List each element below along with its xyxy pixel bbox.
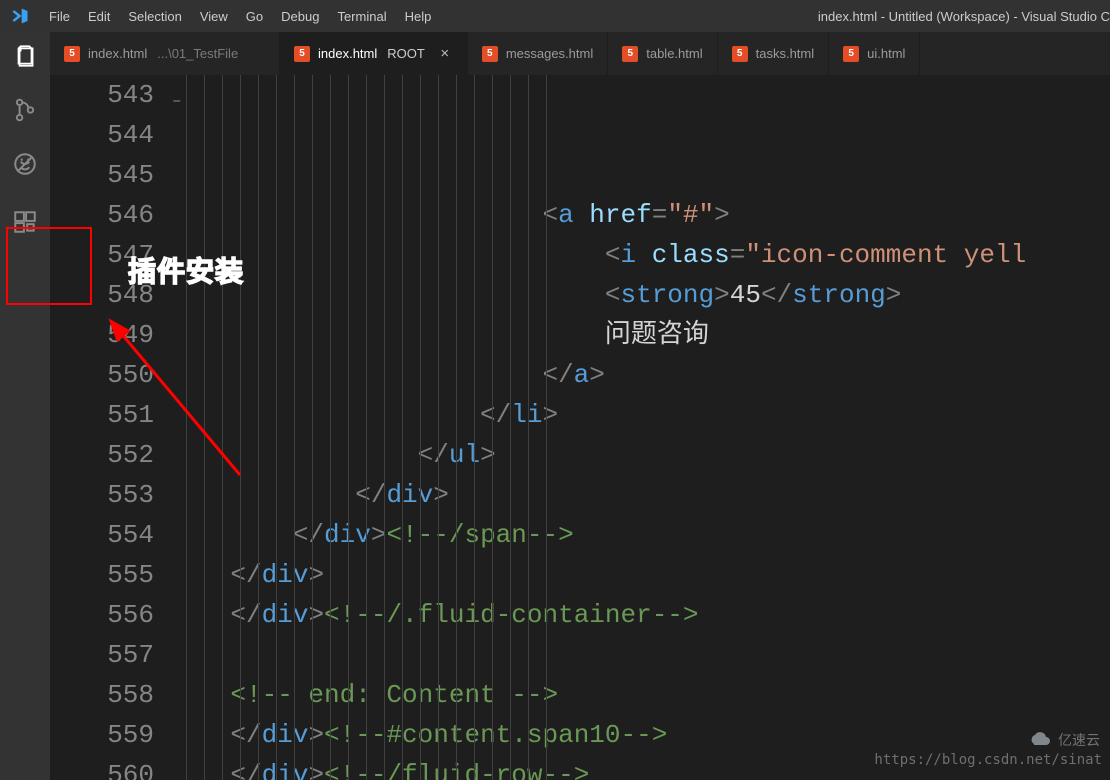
explorer-icon[interactable] [11,42,39,70]
code-line[interactable]: </div> [168,555,1110,595]
code-line[interactable]: </a> [168,355,1110,395]
vscode-logo-icon [0,6,40,26]
code-line[interactable]: </div><!--/span--> [168,515,1110,555]
html-file-icon: 5 [732,46,748,62]
line-number: 560 [50,755,154,780]
menu-help[interactable]: Help [396,3,441,30]
debug-disabled-icon[interactable] [11,150,39,178]
tab-messages[interactable]: 5 messages.html [468,32,608,75]
line-number-gutter: 5435445455465475485495505515525535545555… [50,75,168,780]
code-line[interactable]: <!-- end: Content --> [168,675,1110,715]
line-number: 545 [50,155,154,195]
line-number: 554 [50,515,154,555]
tab-table[interactable]: 5 table.html [608,32,717,75]
code-lines[interactable]: <a href="#"> <i class="icon-comment yell… [168,75,1110,780]
code-line[interactable]: <i class="icon-comment yell [168,235,1110,275]
tab-ui[interactable]: 5 ui.html [829,32,920,75]
tab-label: messages.html [506,46,593,61]
tab-label: tasks.html [756,46,815,61]
line-number: 552 [50,435,154,475]
tab-label: index.html [318,46,377,61]
menu-bar: File Edit Selection View Go Debug Termin… [40,3,440,30]
html-file-icon: 5 [482,46,498,62]
window-title: index.html - Untitled (Workspace) - Visu… [818,9,1110,24]
tab-label: table.html [646,46,702,61]
tab-index-testfile[interactable]: 5 index.html ...\01_TestFile [50,32,280,75]
tab-path: ...\01_TestFile [157,46,238,61]
menu-file[interactable]: File [40,3,79,30]
editor-area: 5 index.html ...\01_TestFile 5 index.htm… [50,32,1110,780]
code-line[interactable]: <a href="#"> [168,195,1110,235]
title-bar: File Edit Selection View Go Debug Termin… [0,0,1110,32]
line-number: 543 [50,75,154,115]
activity-bar [0,32,50,780]
menu-view[interactable]: View [191,3,237,30]
tab-label: ui.html [867,46,905,61]
tab-path: ROOT [387,46,425,61]
watermark-url: https://blog.csdn.net/sinat [874,752,1102,768]
menu-selection[interactable]: Selection [119,3,190,30]
menu-edit[interactable]: Edit [79,3,119,30]
line-number: 558 [50,675,154,715]
extensions-icon[interactable] [11,208,39,236]
code-line[interactable]: 问题咨询 [168,315,1110,355]
annotation-label: 插件安装 [128,250,244,290]
menu-debug[interactable]: Debug [272,3,328,30]
editor-tabs: 5 index.html ...\01_TestFile 5 index.htm… [50,32,1110,75]
line-number: 559 [50,715,154,755]
tab-label: index.html [88,46,147,61]
code-line[interactable] [168,635,1110,675]
code-line[interactable]: </div><!--/.fluid-container--> [168,595,1110,635]
html-file-icon: 5 [294,46,310,62]
code-line[interactable]: </div><!--#content.span10--> [168,715,1110,755]
line-number: 546 [50,195,154,235]
watermark-brand: 亿速云 [1028,730,1100,750]
line-number: 555 [50,555,154,595]
line-number: 544 [50,115,154,155]
tab-index-root[interactable]: 5 index.html ROOT × [280,32,468,75]
code-line[interactable]: <strong>45</strong> [168,275,1110,315]
code-line[interactable]: </li> [168,395,1110,435]
code-line[interactable]: </div> [168,475,1110,515]
code-line[interactable]: </ul> [168,435,1110,475]
menu-go[interactable]: Go [237,3,272,30]
line-number: 557 [50,635,154,675]
scm-icon[interactable] [11,96,39,124]
line-number: 556 [50,595,154,635]
line-number: 551 [50,395,154,435]
line-number: 550 [50,355,154,395]
html-file-icon: 5 [622,46,638,62]
html-file-icon: 5 [843,46,859,62]
tab-tasks[interactable]: 5 tasks.html [718,32,830,75]
close-icon[interactable]: × [437,45,453,62]
menu-terminal[interactable]: Terminal [328,3,395,30]
line-number: 553 [50,475,154,515]
code-editor[interactable]: 5435445455465475485495505515525535545555… [50,75,1110,780]
line-number: 549 [50,315,154,355]
html-file-icon: 5 [64,46,80,62]
